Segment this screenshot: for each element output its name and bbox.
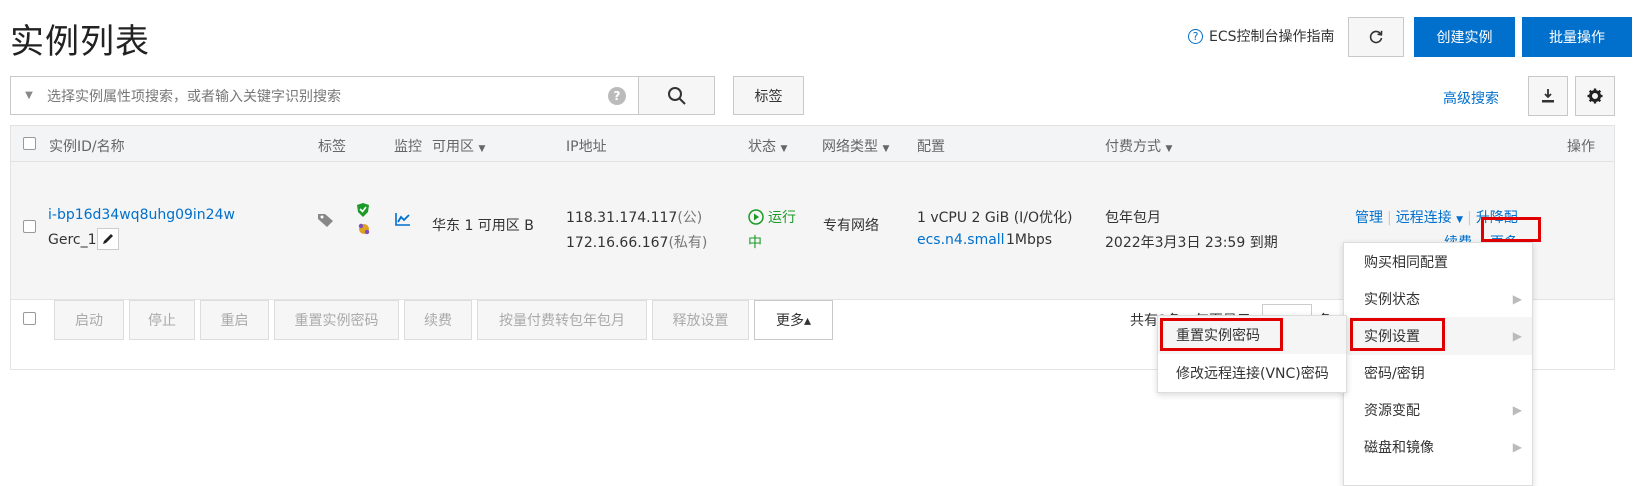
- plugin-icon[interactable]: [357, 222, 371, 236]
- stop-button[interactable]: 停止: [129, 300, 195, 340]
- menu-item-resource-change[interactable]: 资源变配 ▶: [1344, 391, 1532, 429]
- header-zone-label: 可用区: [432, 139, 474, 155]
- bandwidth: 1Mbps: [1006, 232, 1053, 248]
- instance-type-link[interactable]: ecs.n4.small: [917, 232, 1005, 248]
- chevron-right-icon: ▶: [1512, 403, 1522, 417]
- pencil-icon: [103, 234, 113, 244]
- security-shield-icon[interactable]: [356, 202, 370, 218]
- header-status-label: 状态: [748, 139, 776, 155]
- remote-connect-link[interactable]: 远程连接 ▼: [1396, 210, 1463, 226]
- chevron-right-icon: ▶: [1512, 440, 1522, 454]
- menu-item-disk-image[interactable]: 磁盘和镜像 ▶: [1344, 428, 1532, 466]
- convert-billing-button[interactable]: 按量付费转包年包月: [477, 300, 647, 340]
- settings-button[interactable]: [1575, 76, 1615, 116]
- refresh-button[interactable]: [1348, 17, 1404, 57]
- header-billing-label: 付费方式: [1105, 139, 1161, 155]
- header-ip: IP地址: [566, 139, 607, 155]
- batch-operation-button[interactable]: 批量操作: [1522, 17, 1632, 57]
- zone-value: 华东 1 可用区 B: [432, 218, 534, 234]
- menu-item-buy-same[interactable]: 购买相同配置: [1344, 243, 1532, 281]
- export-icon: [1542, 89, 1554, 103]
- header-network-label: 网络类型: [822, 139, 878, 155]
- header-config: 配置: [917, 139, 945, 155]
- header-monitor: 监控: [394, 139, 422, 155]
- caret-down-icon: ▼: [882, 144, 890, 154]
- footer-select-all-checkbox[interactable]: [23, 312, 36, 325]
- question-icon[interactable]: ?: [608, 86, 626, 105]
- ip-public: 118.31.174.117(公): [566, 210, 703, 226]
- create-instance-button[interactable]: 创建实例: [1414, 17, 1515, 57]
- guide-link[interactable]: ? ECS控制台操作指南: [1188, 26, 1335, 46]
- tag-filter-button[interactable]: 标签: [733, 76, 804, 115]
- export-button[interactable]: [1528, 76, 1568, 116]
- highlight-reset-password: [1160, 318, 1283, 351]
- caret-down-icon: ▼: [478, 144, 486, 154]
- menu-item-label: 密码/密钥: [1364, 366, 1425, 382]
- release-settings-button[interactable]: 释放设置: [652, 300, 749, 340]
- billing-type: 包年包月: [1105, 210, 1161, 226]
- header-status[interactable]: 状态 ▼: [748, 136, 787, 156]
- header-tags: 标签: [318, 139, 346, 155]
- caret-down-icon: ▼: [780, 144, 788, 154]
- header-instance: 实例ID/名称: [49, 139, 125, 155]
- page-title: 实例列表: [10, 22, 150, 62]
- select-all-checkbox[interactable]: [23, 137, 36, 150]
- instance-name: Gerc_1: [48, 232, 97, 248]
- chevron-right-icon: ▶: [1512, 329, 1522, 343]
- reset-password-button[interactable]: 重置实例密码: [274, 300, 399, 340]
- network-type: 专有网络: [823, 218, 879, 234]
- edit-name-button[interactable]: [97, 228, 119, 250]
- menu-item-password-key[interactable]: 密码/密钥: [1344, 354, 1532, 392]
- restart-button[interactable]: 重启: [200, 300, 269, 340]
- row-checkbox[interactable]: [23, 220, 36, 233]
- caret-down-icon: ▼: [1165, 144, 1173, 154]
- more-actions-menu: 购买相同配置 实例状态 ▶ 实例设置 ▶ 密码/密钥 资源变配 ▶ 磁盘和镜像 ▶: [1343, 242, 1533, 486]
- renew-button[interactable]: 续费: [404, 300, 472, 340]
- status-label-line1: 运行: [768, 210, 796, 226]
- highlight-more: [1481, 217, 1541, 242]
- refresh-icon: [1369, 30, 1383, 44]
- manage-link[interactable]: 管理: [1355, 210, 1383, 226]
- status-running: 运行: [748, 207, 796, 227]
- start-button[interactable]: 启动: [54, 300, 124, 340]
- instance-id-link[interactable]: i-bp16d34wq8uhg09in24w: [48, 207, 235, 223]
- help-circle-icon: ?: [1188, 28, 1203, 44]
- header-actions: 操作: [1567, 139, 1595, 155]
- menu-item-instance-status[interactable]: 实例状态 ▶: [1344, 280, 1532, 318]
- search-placeholder: 选择实例属性项搜索，或者输入关键字识别搜索: [47, 88, 341, 105]
- config-spec: 1 vCPU 2 GiB (I/O优化): [917, 210, 1073, 226]
- header-network[interactable]: 网络类型 ▼: [822, 136, 889, 156]
- ip-private: 172.16.66.167(私有): [566, 235, 708, 251]
- footer-more-button[interactable]: 更多▴: [754, 300, 833, 340]
- advanced-search-link[interactable]: 高级搜索: [1443, 88, 1499, 108]
- table-header: 实例ID/名称 标签 监控 可用区 ▼ IP地址 状态 ▼ 网络类型 ▼ 配置 …: [11, 126, 1614, 162]
- billing-expire: 2022年3月3日 23:59 到期: [1105, 235, 1278, 251]
- play-circle-icon: [748, 209, 764, 225]
- status-label-line2: 中: [748, 235, 762, 251]
- search-button[interactable]: [638, 76, 715, 115]
- menu-item-label: 实例状态: [1364, 292, 1420, 308]
- search-input[interactable]: ▼ 选择实例属性项搜索，或者输入关键字识别搜索 ?: [10, 76, 639, 115]
- submenu-item-vnc-password[interactable]: 修改远程连接(VNC)密码: [1158, 354, 1346, 392]
- chevron-right-icon: ▶: [1512, 292, 1522, 306]
- tag-icon[interactable]: [317, 212, 335, 228]
- monitor-chart-icon[interactable]: [395, 212, 411, 226]
- menu-item-label: 资源变配: [1364, 403, 1420, 419]
- header-zone[interactable]: 可用区 ▼: [432, 136, 485, 156]
- header-billing[interactable]: 付费方式 ▼: [1105, 136, 1172, 156]
- caret-down-icon[interactable]: ▼: [11, 90, 47, 101]
- menu-item-label: 磁盘和镜像: [1364, 440, 1434, 456]
- caret-down-icon: ▼: [1456, 215, 1464, 225]
- highlight-instance-settings: [1350, 318, 1445, 351]
- gear-icon: [1587, 88, 1603, 104]
- guide-label: ECS控制台操作指南: [1209, 29, 1335, 45]
- remote-connect-label: 远程连接: [1395, 210, 1452, 226]
- menu-item-label: 购买相同配置: [1364, 255, 1448, 271]
- search-icon: [667, 86, 686, 105]
